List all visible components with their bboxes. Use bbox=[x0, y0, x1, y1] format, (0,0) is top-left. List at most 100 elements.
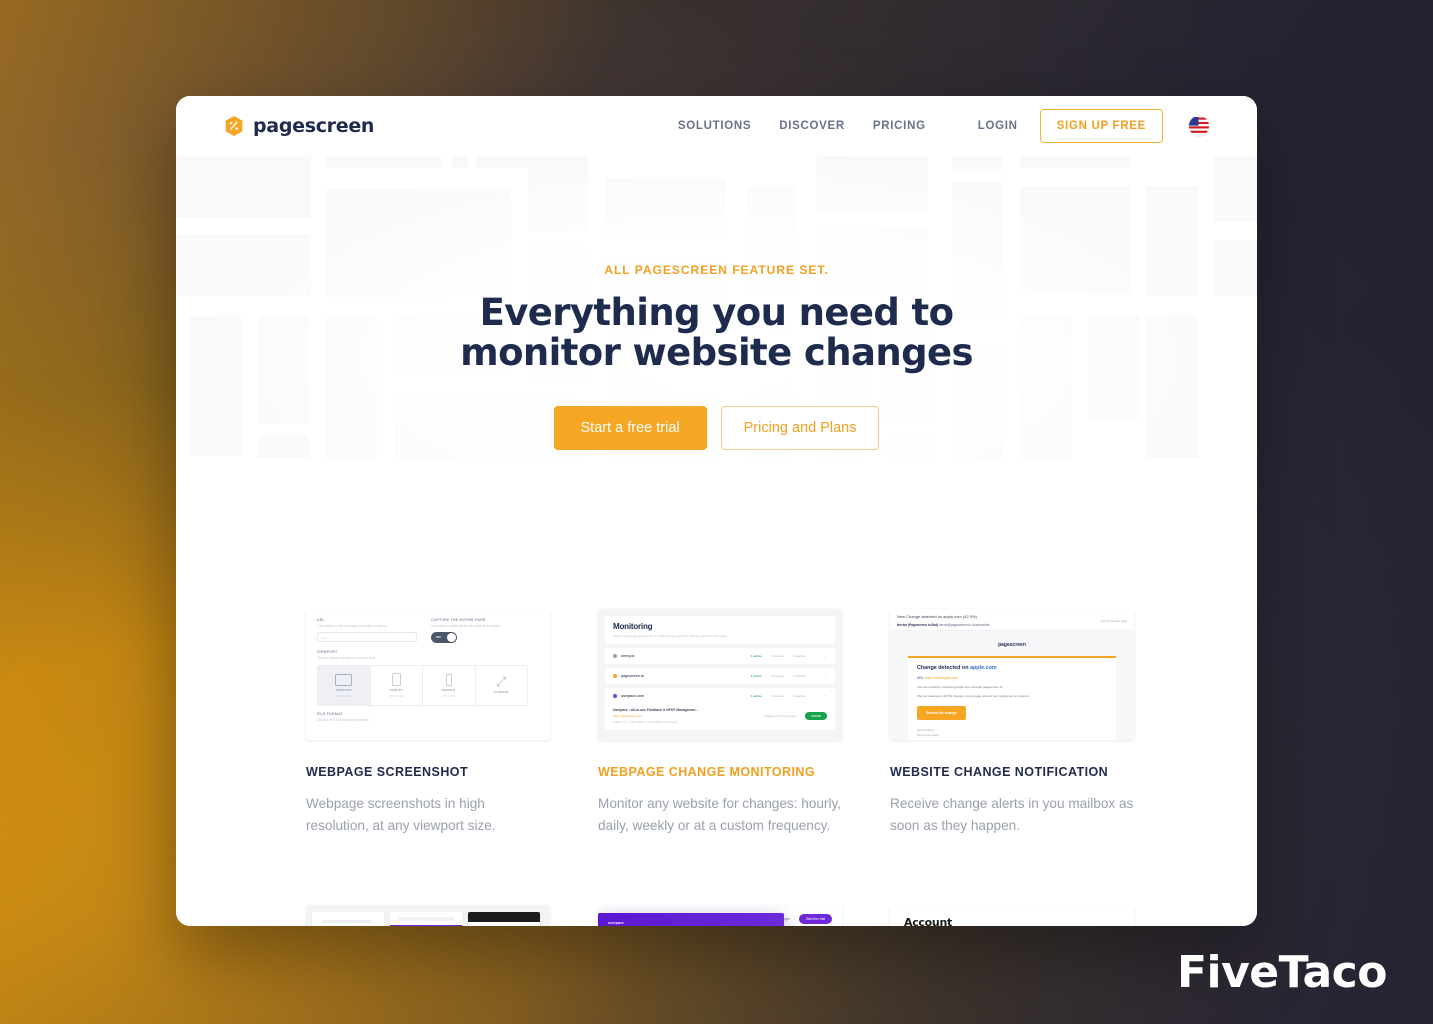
us-flag-icon[interactable] bbox=[1189, 116, 1209, 136]
chevron-up-icon[interactable]: ⌃ bbox=[824, 694, 827, 699]
browser-page-card: pagescreen SOLUTIONS DISCOVER PRICING LO… bbox=[176, 96, 1257, 926]
preset-name: MOBILE bbox=[442, 687, 456, 692]
monitoring-row[interactable]: pagescreen.io 1 active 0 paused 0 inacti… bbox=[605, 668, 835, 684]
viewport-label: VIEWPORT bbox=[317, 650, 338, 654]
feature-card-userpace-preview[interactable]: Pricing About Login Start free trial nes… bbox=[598, 905, 842, 926]
page-preview-image bbox=[390, 912, 462, 926]
monitoring-row[interactable]: userpace.com 1 active 0 paused 0 inactiv… bbox=[605, 688, 835, 704]
mobile-icon bbox=[445, 673, 452, 686]
hero-title-line-2: monitor website changes bbox=[460, 330, 973, 374]
site-name: pagescreen.io bbox=[621, 674, 644, 678]
paused-count: 0 paused bbox=[770, 654, 784, 658]
nav-item-login[interactable]: LOGIN bbox=[978, 120, 1018, 132]
preview-nav-cta[interactable]: Start free trial bbox=[798, 914, 832, 925]
fivetaco-watermark: FiveTaco bbox=[1176, 947, 1388, 998]
page-card[interactable]: ✎ Monitor Web Pa... https://pagescree... bbox=[312, 912, 384, 926]
detail-tags: WEEKLY 1 CAPTURE 1 CAPTURE 0 CHANGE bbox=[613, 721, 678, 724]
email-heading-prefix: Change detected on bbox=[917, 665, 971, 671]
email-footer: Hector Noize Bot in command bbox=[917, 728, 1107, 738]
viewport-preset-group: DESKTOP 1440 X 900 TABLET 768 X 1024 MOB… bbox=[317, 665, 528, 706]
active-count: 1 active bbox=[750, 674, 762, 678]
thumbnail-email-alert[interactable]: New Change detected on apple.com (42.5%)… bbox=[890, 609, 1134, 740]
userpace-overlay-panel: userpace Drive your product evolution by… bbox=[598, 913, 784, 926]
pricing-and-plans-button[interactable]: Pricing and Plans bbox=[720, 406, 880, 451]
page-card[interactable]: ✎ Onvey - A SaaS ... https://onvey.io bbox=[468, 912, 540, 926]
page-card[interactable]: ✎ Userpace - All-in... https://userpace.… bbox=[390, 912, 462, 926]
email-subject: New Change detected on apple.com (42.5%) bbox=[897, 614, 977, 619]
detail-updated: updated 24 seconds ago bbox=[763, 714, 797, 718]
email-sender-name: Hector (Pagescreen.io Bot) bbox=[897, 623, 938, 627]
site-name: userpace.com bbox=[621, 694, 644, 698]
feature-card-change-monitoring[interactable]: Monitoring Define periodical captures fo… bbox=[598, 609, 842, 837]
email-body: pagescreen Change detected on apple.com … bbox=[890, 631, 1134, 740]
email-heading-link[interactable]: apple.com bbox=[970, 665, 997, 671]
feature-card-change-notification[interactable]: New Change detected on apple.com (42.5%)… bbox=[890, 609, 1134, 837]
userpace-logo: userpace bbox=[608, 921, 624, 926]
start-free-trial-button[interactable]: Start a free trial bbox=[553, 406, 707, 451]
email-paragraph-1: You are currently monitoring apple.com t… bbox=[917, 685, 1004, 689]
thumbnail-monitoring-list[interactable]: Monitoring Define periodical captures fo… bbox=[598, 609, 842, 740]
brand-logo[interactable]: pagescreen bbox=[224, 115, 374, 137]
viewport-sub: Choose a device preset or a custom size. bbox=[317, 656, 376, 660]
feature-card-account[interactable]: Account Invite your collaborators to you… bbox=[890, 905, 1134, 926]
email-logo: pagescreen bbox=[998, 642, 1026, 648]
review-the-change-button[interactable]: Review the change bbox=[917, 706, 966, 720]
capture-entire-page-sub: The capture height will be the same as t… bbox=[431, 624, 502, 628]
viewport-preset-mobile[interactable]: MOBILE 375 X 667 bbox=[423, 666, 476, 705]
preset-size: 375 X 667 bbox=[442, 693, 456, 698]
active-count: 1 active bbox=[750, 654, 762, 658]
email-date: Apr 20 (2 hour ago) bbox=[1100, 619, 1127, 623]
thumbnail-page-cards[interactable]: ✎ Monitor Web Pa... https://pagescree... bbox=[306, 905, 550, 926]
inactive-count: 0 inactive bbox=[792, 694, 806, 698]
email-heading: Change detected on apple.com bbox=[917, 665, 1107, 671]
viewport-preset-desktop[interactable]: DESKTOP 1440 X 900 bbox=[318, 666, 371, 705]
monitoring-row[interactable]: onvey.io 1 active 0 paused 0 inactive ⌄ bbox=[605, 648, 835, 664]
header-nav: SOLUTIONS DISCOVER PRICING LOGIN SIGN UP… bbox=[678, 109, 1209, 143]
preset-size: 1440 X 900 bbox=[336, 693, 351, 698]
tablet-icon bbox=[391, 673, 401, 686]
feature-title: WEBPAGE SCREENSHOT bbox=[306, 765, 469, 779]
monitoring-header: Monitoring Define periodical captures fo… bbox=[605, 616, 835, 644]
page-title: Everything you need to monitor website c… bbox=[460, 290, 973, 374]
feature-grid: URL Full address of the web page you'd l… bbox=[176, 561, 1257, 926]
email-sender: Hector (Pagescreen.io Bot) hector@pagesc… bbox=[897, 623, 1127, 627]
feature-row-1: URL Full address of the web page you'd l… bbox=[306, 609, 1134, 837]
toggle-state-label: ON bbox=[436, 635, 441, 640]
nav-item-pricing[interactable]: PRICING bbox=[873, 120, 926, 132]
nav-item-discover[interactable]: DISCOVER bbox=[779, 120, 845, 132]
monitoring-subtitle: Define periodical captures for an URL an… bbox=[613, 634, 728, 638]
chevron-down-icon[interactable]: ⌄ bbox=[824, 654, 827, 659]
file-format-label: FILE FORMAT bbox=[317, 712, 343, 716]
chevron-down-icon[interactable]: ⌄ bbox=[824, 674, 827, 679]
hero-title-line-1: Everything you need to bbox=[479, 290, 954, 334]
email-unsubscribe-link[interactable]: Unsubscribe bbox=[972, 623, 990, 627]
hero-section: ALL PAGESCREEN FEATURE SET. Everything y… bbox=[176, 156, 1257, 561]
email-sender-address: hector@pagescreen.io bbox=[938, 623, 971, 627]
capture-url-input[interactable]: http... bbox=[317, 632, 417, 642]
capture-url-placeholder: http... bbox=[322, 636, 330, 640]
capture-url-sub: Full address of the web page you'd like … bbox=[317, 624, 388, 628]
feature-card-page-gallery[interactable]: ✎ Monitor Web Pa... https://pagescree... bbox=[306, 905, 550, 926]
feature-title: WEBPAGE CHANGE MONITORING bbox=[598, 765, 816, 779]
sign-up-free-button[interactable]: SIGN UP FREE bbox=[1039, 109, 1163, 143]
preset-size: 768 X 1024 bbox=[389, 694, 404, 698]
monitoring-detail-row[interactable]: Userpace • All-in-one Feedback & NPS® Ma… bbox=[605, 704, 835, 730]
brand-name: pagescreen bbox=[253, 115, 375, 137]
expand-arrows-icon: ⤢ bbox=[496, 674, 507, 690]
viewport-preset-tablet[interactable]: TABLET 768 X 1024 bbox=[371, 666, 423, 705]
email-url-value[interactable]: https://www.apple.com/ bbox=[925, 676, 958, 680]
thumbnail-userpace-site[interactable]: Pricing About Login Start free trial nes… bbox=[598, 905, 842, 926]
thumbnail-capture-form[interactable]: URL Full address of the web page you'd l… bbox=[306, 609, 550, 740]
capture-entire-page-label: CAPTURE THE ENTIRE PAGE bbox=[431, 618, 486, 622]
site-favicon-icon bbox=[613, 674, 617, 678]
inactive-count: 0 inactive bbox=[792, 654, 806, 658]
feature-card-webpage-screenshot[interactable]: URL Full address of the web page you'd l… bbox=[306, 609, 550, 837]
capture-entire-page-toggle[interactable]: ON bbox=[431, 632, 457, 643]
page-preview-image bbox=[468, 912, 540, 926]
site-header: pagescreen SOLUTIONS DISCOVER PRICING LO… bbox=[176, 96, 1257, 156]
thumbnail-account-panel[interactable]: Account Invite your collaborators to you… bbox=[890, 905, 1134, 926]
viewport-preset-custom[interactable]: ⤢ CUSTOM bbox=[476, 666, 528, 705]
nav-item-solutions[interactable]: SOLUTIONS bbox=[678, 120, 751, 132]
site-favicon-icon bbox=[613, 694, 617, 698]
detail-url[interactable]: https://userpace.com bbox=[613, 714, 698, 718]
